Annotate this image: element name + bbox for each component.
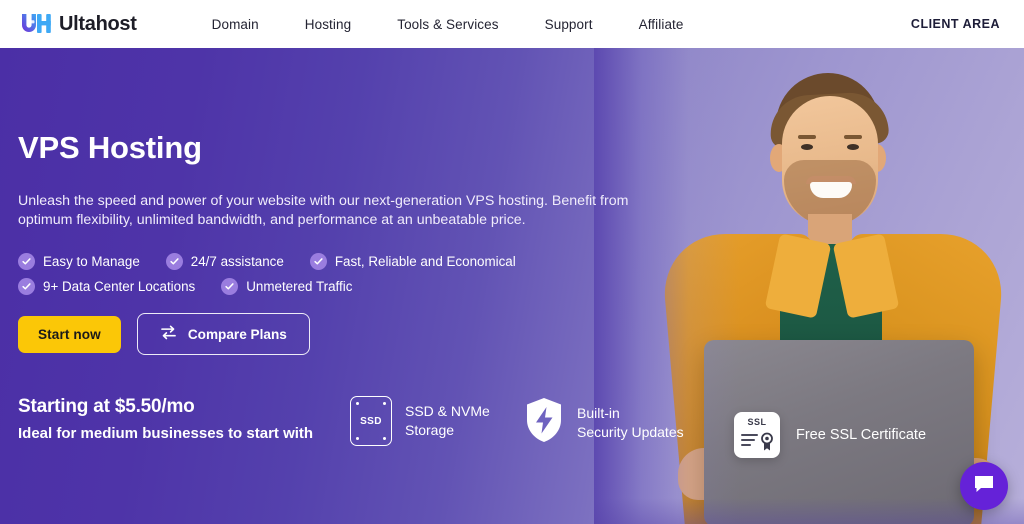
price-headline: Starting at $5.50/mo [18, 396, 195, 417]
feature-label: 24/7 assistance [190, 254, 284, 269]
chat-bubble-icon [973, 474, 995, 499]
feature-row-2: 9+ Data Center Locations Unmetered Traff… [18, 278, 678, 295]
cta-row: Start now Compare Plans [18, 313, 678, 355]
check-circle-icon [221, 278, 239, 295]
check-circle-icon [18, 278, 35, 295]
feature-data-center-locations: 9+ Data Center Locations [18, 278, 195, 295]
main-navigation: Domain Hosting Tools & Services Support … [189, 11, 707, 38]
ssd-drive-icon: SSD [350, 396, 392, 446]
nav-item-affiliate[interactable]: Affiliate [616, 11, 707, 38]
check-circle-icon [309, 253, 327, 270]
feature-label: Easy to Manage [43, 254, 140, 269]
perk-builtin-security-updates: Built-in Security Updates [524, 396, 684, 449]
compare-plans-label: Compare Plans [187, 326, 287, 342]
feature-fast-reliable-economical: Fast, Reliable and Economical [309, 253, 516, 270]
ssl-certificate-icon: SSL [734, 412, 780, 458]
hero-section: VPS Hosting Unleash the speed and power … [0, 48, 1024, 524]
brand-logo[interactable]: Ultahost [18, 10, 137, 38]
feature-row-1: Easy to Manage 24/7 assistance Fast, Rel… [18, 253, 678, 270]
feature-24-7-assistance: 24/7 assistance [165, 253, 284, 270]
hero-copy: VPS Hosting Unleash the speed and power … [18, 48, 678, 355]
page-title: VPS Hosting [18, 130, 202, 165]
nav-item-hosting[interactable]: Hosting [282, 11, 374, 38]
check-circle-icon [18, 253, 35, 270]
feature-unmetered-traffic: Unmetered Traffic [221, 278, 352, 295]
nav-item-support[interactable]: Support [522, 11, 616, 38]
brand-name: Ultahost [59, 12, 137, 35]
compare-swap-arrows-icon [160, 325, 177, 343]
perk-label: Built-in Security Updates [577, 404, 684, 440]
ssd-icon-label: SSD [360, 415, 382, 427]
perk-ssd-nvme-storage: SSD SSD & NVMe Storage [350, 396, 490, 446]
nav-item-domain[interactable]: Domain [189, 11, 282, 38]
nav-item-tools-and-services[interactable]: Tools & Services [374, 11, 521, 38]
compare-plans-button[interactable]: Compare Plans [136, 313, 310, 355]
client-area-link[interactable]: CLIENT AREA [909, 11, 1002, 37]
feature-label: 9+ Data Center Locations [43, 279, 196, 294]
hero-subtitle: Unleash the speed and power of your webs… [18, 193, 629, 228]
feature-label: Fast, Reliable and Economical [334, 254, 516, 269]
ssl-badge-label: Free SSL Certificate [796, 427, 927, 443]
feature-easy-to-manage: Easy to Manage [18, 253, 140, 270]
free-ssl-certificate-badge: SSL Free SSL Certificate [734, 412, 926, 458]
feature-label: Unmetered Traffic [246, 279, 353, 294]
price-block: Starting at $5.50/mo Ideal for medium bu… [18, 396, 313, 442]
ultahost-uh-logo-icon [18, 10, 54, 38]
feature-list: Easy to Manage 24/7 assistance Fast, Rel… [18, 253, 678, 295]
perk-label: SSD & NVMe Storage [405, 403, 490, 438]
check-circle-icon [165, 253, 183, 270]
ssl-icon-label: SSL [747, 417, 767, 427]
site-header: Ultahost Domain Hosting Tools & Services… [0, 0, 1024, 48]
price-subheadline: Ideal for medium businesses to start wit… [18, 425, 314, 442]
start-now-button[interactable]: Start now [18, 315, 121, 353]
chat-widget-button[interactable] [960, 462, 1008, 510]
shield-bolt-icon [524, 396, 564, 449]
